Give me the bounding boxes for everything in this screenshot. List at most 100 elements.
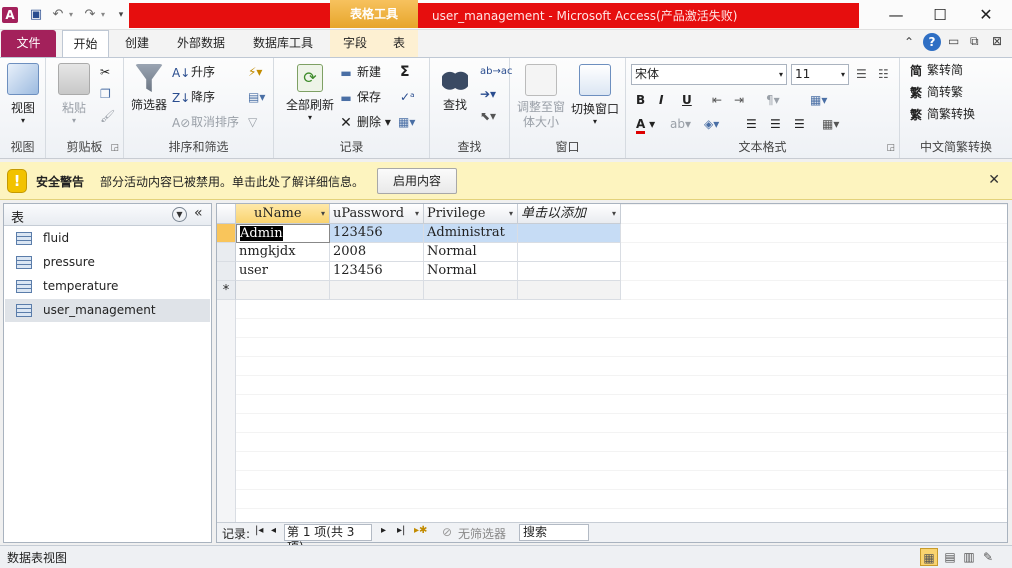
help-icon[interactable]: ? <box>923 33 941 51</box>
paste-button[interactable]: 粘贴 ▾ <box>54 63 94 125</box>
customize-qat-icon[interactable]: ▾ <box>116 6 126 24</box>
align-center-icon[interactable]: ☰ <box>770 114 781 134</box>
more-records-icon[interactable]: ▦▾ <box>398 112 415 132</box>
nav-item-temperature[interactable]: temperature <box>5 275 210 298</box>
nav-category-dropdown-icon[interactable]: ▼ <box>172 207 187 222</box>
cell-upassword[interactable]: 123456 <box>330 224 424 243</box>
undo-dropdown-icon[interactable]: ▾ <box>67 6 75 24</box>
first-record-icon[interactable]: |◂ <box>255 525 263 536</box>
find-button[interactable]: 查找 <box>438 64 472 113</box>
previous-record-icon[interactable]: ◂ <box>271 525 276 536</box>
enable-content-button[interactable]: 启用内容 <box>377 168 457 194</box>
search-input[interactable]: 搜索 <box>519 524 589 541</box>
replace-icon[interactable]: ab→ac <box>480 62 512 82</box>
refresh-all-button[interactable]: ⟳ 全部刷新 ▾ <box>282 64 338 122</box>
save-record-button[interactable]: ▬ 保存 <box>338 87 381 107</box>
column-dropdown-icon[interactable]: ▾ <box>509 204 513 223</box>
align-right-icon[interactable]: ☰ <box>794 114 805 134</box>
column-header-privilege[interactable]: Privilege ▾ <box>424 204 518 224</box>
bullets-icon[interactable]: ☰ <box>856 64 867 84</box>
paragraph-direction-icon[interactable]: ¶▾ <box>766 90 780 110</box>
font-size-select[interactable]: 11 ▾ <box>791 64 849 85</box>
doc-close-icon[interactable]: ⊠ <box>992 34 1002 48</box>
cell-uname[interactable]: user <box>236 262 330 281</box>
cell-empty[interactable] <box>518 243 621 262</box>
minimize-button[interactable]: — <box>878 4 914 26</box>
nav-pane-title[interactable]: 表 <box>11 207 24 226</box>
save-icon[interactable]: ▣ <box>28 6 44 24</box>
font-color-button[interactable]: A ▾ <box>636 114 655 134</box>
tab-create[interactable]: 创建 <box>116 30 158 57</box>
spelling-icon[interactable]: ✓ᵃ <box>400 87 415 107</box>
new-record-selector[interactable]: * <box>217 281 236 300</box>
security-warning-message[interactable]: 部分活动内容已被禁用。单击此处了解详细信息。 <box>100 173 364 190</box>
highlight-icon[interactable]: ab▾ <box>670 114 691 134</box>
current-record-field[interactable]: 第 1 项(共 3 项) <box>284 524 372 554</box>
click-to-add-column[interactable]: 单击以添加 ▾ <box>518 204 621 224</box>
text-format-launcher-icon[interactable]: ◲ <box>886 143 895 153</box>
cell-privilege[interactable]: Normal <box>424 262 518 281</box>
new-record-cell[interactable] <box>330 281 424 300</box>
delete-record-button[interactable]: ✕ 删除 ▾ <box>338 112 391 132</box>
bold-button[interactable]: B <box>636 90 645 110</box>
redo-dropdown-icon[interactable]: ▾ <box>99 6 107 24</box>
doc-minimize-icon[interactable]: ▭ <box>948 34 959 48</box>
filter-status[interactable]: 无筛选器 <box>458 525 506 542</box>
cell-empty[interactable] <box>518 262 621 281</box>
select-icon[interactable]: ⬉▾ <box>480 106 496 126</box>
access-app-icon[interactable]: A <box>2 7 18 23</box>
tab-home[interactable]: 开始 <box>62 30 109 57</box>
font-family-select[interactable]: 宋体 ▾ <box>631 64 787 85</box>
cut-icon[interactable]: ✂ <box>100 62 110 82</box>
align-left-icon[interactable]: ☰ <box>746 114 757 134</box>
close-security-bar-icon[interactable]: ✕ <box>988 172 1000 188</box>
minimize-ribbon-icon[interactable]: ⌃ <box>904 35 914 49</box>
nav-item-pressure[interactable]: pressure <box>5 251 210 274</box>
filter-button[interactable]: 筛选器 <box>128 64 170 113</box>
undo-icon[interactable]: ↶ <box>50 6 66 24</box>
format-painter-icon[interactable]: 🖌 <box>100 106 115 126</box>
sort-ascending-button[interactable]: A↓升序 <box>172 62 215 82</box>
tab-table[interactable]: 表 <box>380 30 418 57</box>
pivotchart-view-icon[interactable]: ▥ <box>960 548 978 566</box>
tab-external-data[interactable]: 外部数据 <box>168 30 234 57</box>
new-record-button[interactable]: ▬ 新建 <box>338 62 381 82</box>
selection-filter-icon[interactable]: ⚡▾ <box>248 62 262 82</box>
tab-fields[interactable]: 字段 <box>330 30 380 57</box>
remove-sort-button[interactable]: A⊘取消排序 <box>172 112 239 132</box>
new-record-cell[interactable] <box>236 281 330 300</box>
advanced-filter-icon[interactable]: ▤▾ <box>248 87 265 107</box>
design-view-icon[interactable]: ✎ <box>979 548 997 566</box>
italic-button[interactable]: I <box>659 90 663 110</box>
numbering-icon[interactable]: ☷ <box>878 64 889 84</box>
copy-icon[interactable]: ❐ <box>100 84 111 104</box>
fit-to-form-button[interactable]: 调整至窗体大小 <box>516 64 566 130</box>
sort-descending-button[interactable]: Z↓降序 <box>172 87 215 107</box>
new-record-cell[interactable] <box>518 281 621 300</box>
cell-empty[interactable] <box>518 224 621 243</box>
alternate-row-color-icon[interactable]: ▦▾ <box>822 114 839 134</box>
convert-button[interactable]: 繁简繁转换 <box>908 104 975 124</box>
tab-database-tools[interactable]: 数据库工具 <box>244 30 322 57</box>
column-dropdown-icon[interactable]: ▾ <box>612 204 616 223</box>
to-traditional-button[interactable]: 繁简转繁 <box>908 82 963 102</box>
column-header-uname[interactable]: uName ▾ <box>236 204 330 224</box>
column-header-upassword[interactable]: uPassword ▾ <box>330 204 424 224</box>
next-record-icon[interactable]: ▸ <box>381 525 386 536</box>
decrease-indent-icon[interactable]: ⇤ <box>712 90 722 110</box>
goto-icon[interactable]: ➔▾ <box>480 84 496 104</box>
view-button[interactable]: 视图 ▾ <box>4 63 42 125</box>
redo-icon[interactable]: ↷ <box>82 6 98 24</box>
cell-upassword[interactable]: 2008 <box>330 243 424 262</box>
record-selector[interactable] <box>217 262 236 281</box>
select-all-corner[interactable] <box>217 204 236 224</box>
clipboard-launcher-icon[interactable]: ◲ <box>110 143 119 153</box>
column-dropdown-icon[interactable]: ▾ <box>321 204 325 223</box>
fill-color-icon[interactable]: ◈▾ <box>704 114 719 134</box>
to-simplified-button[interactable]: 简繁转简 <box>908 60 963 80</box>
nav-item-fluid[interactable]: fluid <box>5 227 210 250</box>
doc-restore-icon[interactable]: ⧉ <box>970 34 979 49</box>
collapse-pane-icon[interactable]: « <box>194 205 203 221</box>
tab-file[interactable]: 文件 <box>1 30 56 57</box>
close-button[interactable]: ✕ <box>968 4 1004 26</box>
